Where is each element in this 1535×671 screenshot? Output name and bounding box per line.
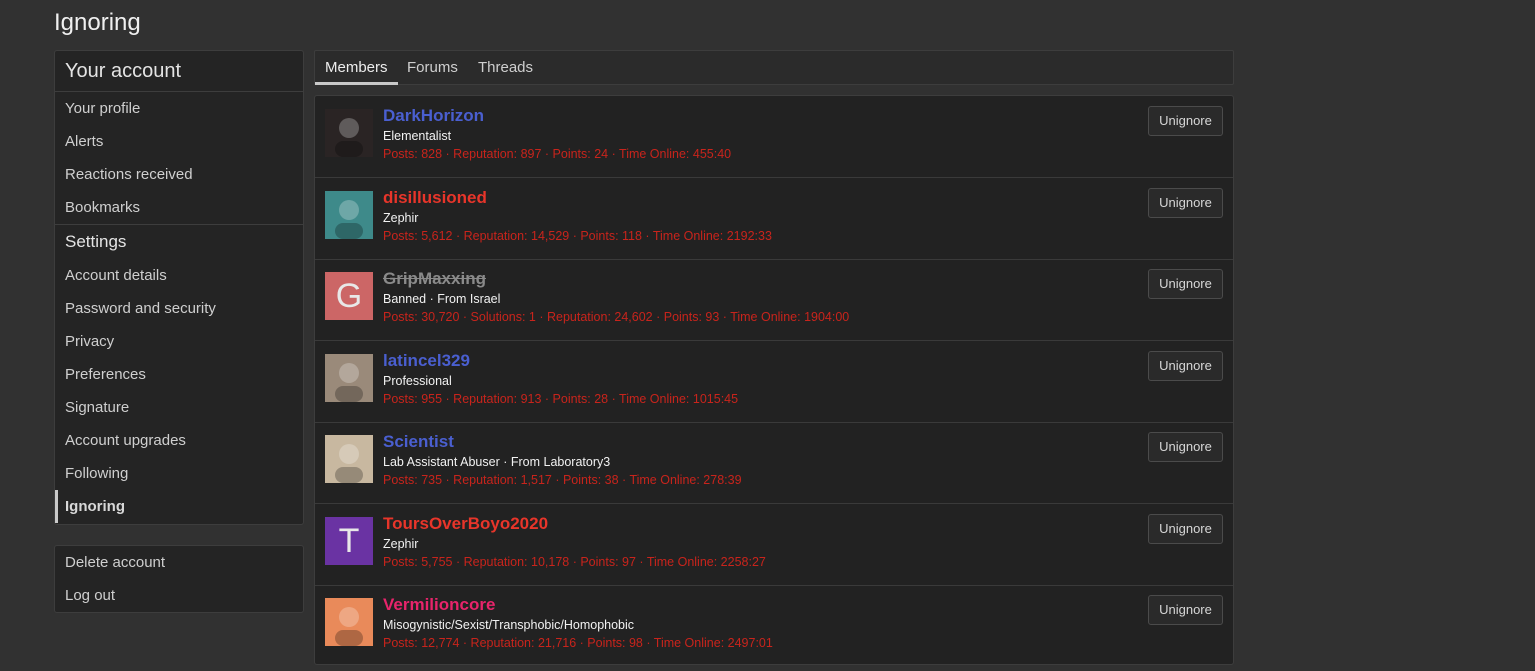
member-row: latincel329 Professional Posts: 955 · Repu…: [315, 341, 1233, 423]
sidebar-item-preferences[interactable]: Preferences: [55, 358, 303, 391]
member-username[interactable]: GripMaxxing: [383, 269, 486, 289]
member-row: Scientist Lab Assistant Abuser · From Lab…: [315, 422, 1233, 504]
member-row: disillusioned Zephir Posts: 5,612 · Reputa…: [315, 178, 1233, 260]
member-row: T ToursOverBoyo2020 Zephir Posts: 5,755 · R…: [315, 504, 1233, 586]
settings-heading: Settings: [55, 224, 303, 259]
member-title: Zephir: [383, 537, 419, 551]
member-username[interactable]: Vermilioncore: [383, 595, 495, 615]
sidebar-item-reactions-received[interactable]: Reactions received: [55, 158, 303, 191]
member-stats: Posts: 5,612 · Reputation: 14,529 · Poin…: [383, 229, 772, 243]
sidebar-item-account-details[interactable]: Account details: [55, 259, 303, 292]
tab-threads[interactable]: Threads: [468, 51, 543, 84]
member-row: DarkHorizon Elementalist Posts: 828 · Repu…: [315, 96, 1233, 178]
member-title: Elementalist: [383, 129, 452, 143]
member-username[interactable]: Scientist: [383, 432, 454, 452]
avatar-letter: T: [338, 522, 360, 560]
member-stats: Posts: 955 · Reputation: 913 · Points: 2…: [383, 392, 739, 406]
unignore-button[interactable]: Unignore: [1148, 106, 1223, 136]
unignore-button[interactable]: Unignore: [1148, 432, 1223, 462]
member-username[interactable]: latincel329: [383, 351, 470, 371]
tab-members[interactable]: Members: [315, 51, 398, 85]
member-title: Lab Assistant Abuser · From Laboratory3: [383, 455, 611, 469]
member-stats: Posts: 735 · Reputation: 1,517 · Points:…: [383, 473, 742, 487]
log-out-link[interactable]: Log out: [55, 579, 303, 612]
member-stats: Posts: 12,774 · Reputation: 21,716 · Poi…: [383, 636, 773, 650]
sidebar-item-privacy[interactable]: Privacy: [55, 325, 303, 358]
member-username[interactable]: ToursOverBoyo2020: [383, 514, 548, 534]
member-stats: Posts: 5,755 · Reputation: 10,178 · Poin…: [383, 555, 766, 569]
avatar[interactable]: [325, 435, 373, 483]
member-stats: Posts: 30,720 · Solutions: 1 · Reputatio…: [383, 310, 850, 324]
member-title: Professional: [383, 374, 452, 388]
sidebar-item-your-profile[interactable]: Your profile: [55, 92, 303, 125]
sidebar-item-signature[interactable]: Signature: [55, 391, 303, 424]
avatar[interactable]: [325, 354, 373, 402]
avatar[interactable]: T: [325, 517, 373, 565]
avatar[interactable]: G: [325, 272, 373, 320]
avatar[interactable]: [325, 109, 373, 157]
unignore-button[interactable]: Unignore: [1148, 351, 1223, 381]
member-row: Vermilioncore Misogynistic/Sexist/Transph…: [315, 585, 1233, 666]
member-title: Zephir: [383, 211, 419, 225]
your-account-heading: Your account: [55, 51, 303, 92]
ignored-members-list: DarkHorizon Elementalist Posts: 828 · Repu…: [314, 95, 1234, 665]
sidebar-item-ignoring[interactable]: Ignoring: [55, 490, 303, 523]
sidebar-item-password-security[interactable]: Password and security: [55, 292, 303, 325]
sidebar-item-alerts[interactable]: Alerts: [55, 125, 303, 158]
sidebar-item-following[interactable]: Following: [55, 457, 303, 490]
member-username[interactable]: DarkHorizon: [383, 106, 484, 126]
member-stats: Posts: 828 · Reputation: 897 · Points: 2…: [383, 147, 732, 161]
avatar[interactable]: [325, 598, 373, 646]
member-username[interactable]: disillusioned: [383, 188, 487, 208]
unignore-button[interactable]: Unignore: [1148, 514, 1223, 544]
avatar[interactable]: [325, 191, 373, 239]
unignore-button[interactable]: Unignore: [1148, 595, 1223, 625]
delete-account-link[interactable]: Delete account: [55, 546, 303, 579]
member-title: Misogynistic/Sexist/Transphobic/Homophob…: [383, 618, 635, 632]
tab-forums[interactable]: Forums: [397, 51, 468, 84]
unignore-button[interactable]: Unignore: [1148, 269, 1223, 299]
page-title: Ignoring: [54, 9, 141, 36]
ignore-tabs: Members Forums Threads: [314, 50, 1234, 85]
member-title: Banned · From Israel: [383, 292, 501, 306]
sidebar-item-bookmarks[interactable]: Bookmarks: [55, 191, 303, 224]
avatar-letter: G: [335, 277, 363, 315]
account-actions-sidebar: Delete account Log out: [54, 545, 304, 613]
unignore-button[interactable]: Unignore: [1148, 188, 1223, 218]
member-row: G GripMaxxing Banned · From Israel Posts: 3…: [315, 259, 1233, 341]
account-sidebar: Your account Your profile Alerts Reactio…: [54, 50, 304, 525]
sidebar-item-account-upgrades[interactable]: Account upgrades: [55, 424, 303, 457]
